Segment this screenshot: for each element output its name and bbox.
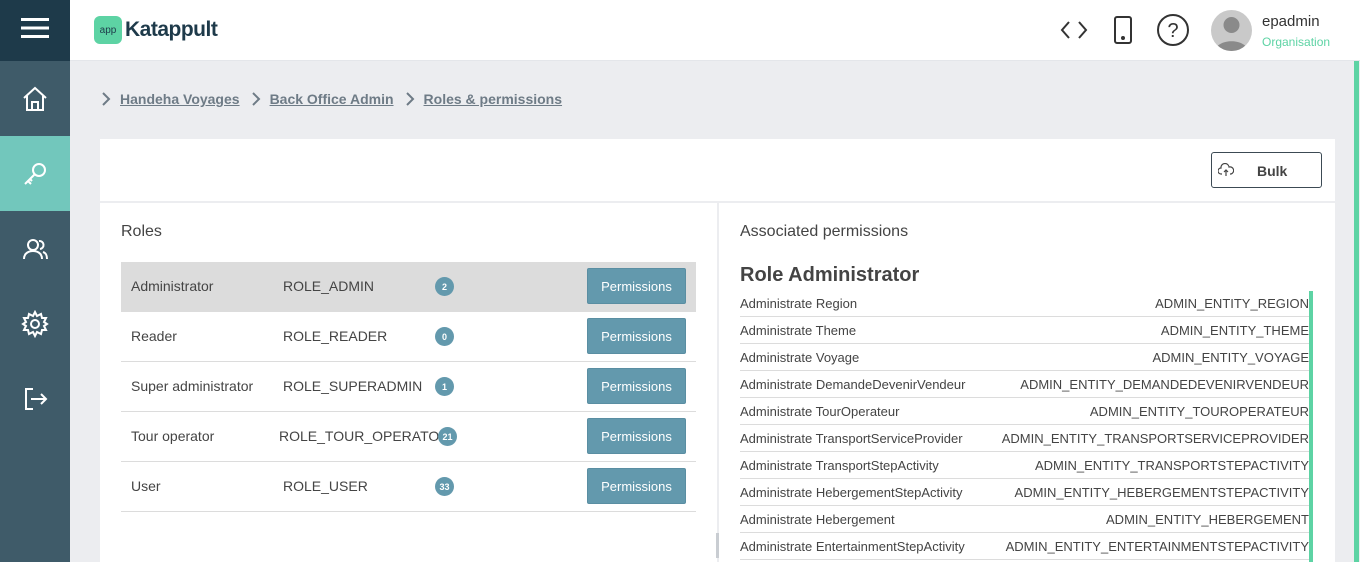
list-item: Administrate Voyage ADMIN_ENTITY_VOYAGE [740, 344, 1309, 371]
count-badge: 33 [435, 477, 454, 496]
help-icon[interactable]: ? [1156, 13, 1190, 47]
sidebar-item-settings[interactable] [0, 286, 70, 361]
bulk-button[interactable]: Bulk [1211, 152, 1322, 188]
page-scrollbar[interactable] [1354, 61, 1359, 562]
logo-badge: app [94, 16, 122, 44]
roles-title: Roles [121, 223, 162, 240]
table-row[interactable]: Reader ROLE_READER 0 Permissions [121, 312, 696, 362]
role-code: ROLE_TOUR_OPERATOR [279, 428, 450, 444]
logo-text: Katappult [125, 18, 218, 41]
sidebar [0, 0, 70, 562]
chevron-right-icon [250, 91, 262, 107]
role-code: ROLE_SUPERADMIN [283, 378, 423, 394]
list-item: Administrate Hebergement ADMIN_ENTITY_HEB… [740, 506, 1309, 533]
role-name: User [131, 478, 161, 494]
permission-label: Administrate Region [740, 296, 858, 311]
list-item: Administrate TourOperateur ADMIN_ENTITY_T… [740, 398, 1309, 425]
user-organisation: Organisation [1262, 35, 1331, 49]
toolbar-panel: Bulk [100, 139, 1335, 201]
list-item: Administrate EntertainmentStepActivity AD… [740, 533, 1309, 560]
list-item: Administrate TransportStepActivity ADMIN_… [740, 452, 1309, 479]
permission-label: Administrate TourOperateur [740, 404, 900, 419]
sidebar-item-logout[interactable] [0, 361, 70, 436]
users-icon [21, 235, 49, 263]
count-badge: 21 [438, 427, 457, 446]
permission-code: ADMIN_ENTITY_REGION [1155, 296, 1309, 311]
gear-icon [21, 309, 49, 338]
list-item: Administrate Region ADMIN_ENTITY_REGION [740, 290, 1309, 317]
permission-label: Administrate TransportStepActivity [740, 458, 939, 473]
role-name: Super administrator [131, 378, 254, 394]
permissions-list: Administrate Region ADMIN_ENTITY_REGION A… [740, 290, 1309, 560]
permission-code: ADMIN_ENTITY_TRANSPORTSERVICEPROVIDER [1001, 431, 1309, 446]
table-row[interactable]: Super administrator ROLE_SUPERADMIN 1 Pe… [121, 362, 696, 412]
permission-code: ADMIN_ENTITY_DEMANDEDEVENIRVENDEUR [1020, 377, 1309, 392]
user-name[interactable]: epadmin [1262, 13, 1320, 30]
breadcrumb-link[interactable]: Roles & permissions [424, 91, 563, 107]
table-row[interactable]: Administrator ROLE_ADMIN 2 Permissions [121, 262, 696, 312]
permission-code: ADMIN_ENTITY_TRANSPORTSTEPACTIVITY [1034, 458, 1309, 473]
sidebar-item-keys[interactable] [0, 136, 70, 211]
sidebar-item-users[interactable] [0, 211, 70, 286]
roles-table: Administrator ROLE_ADMIN 2 Permissions R… [121, 262, 696, 512]
cloud-upload-icon [1217, 162, 1235, 180]
permission-code: ADMIN_ENTITY_THEME [1160, 323, 1309, 338]
key-icon [21, 160, 49, 188]
table-row[interactable]: Tour operator ROLE_TOUR_OPERATOR 21 Perm… [121, 412, 696, 462]
permissions-button[interactable]: Permissions [587, 268, 686, 304]
permission-code: ADMIN_ENTITY_HEBERGEMENTSTEPACTIVITY [1014, 485, 1309, 500]
permission-label: Administrate Voyage [740, 350, 860, 365]
permission-label: Administrate TransportServiceProvider [740, 431, 963, 446]
mobile-icon[interactable] [1106, 13, 1140, 47]
permissions-button[interactable]: Permissions [587, 318, 686, 354]
permission-label: Administrate EntertainmentStepActivity [740, 539, 965, 554]
hamburger-icon [20, 16, 50, 45]
avatar[interactable] [1211, 10, 1252, 51]
sidebar-item-home[interactable] [0, 61, 70, 136]
permissions-title: Associated permissions [740, 223, 909, 240]
roles-panel: Roles Administrator ROLE_ADMIN 2 Permiss… [100, 203, 717, 562]
top-header: app Katappult ? epadmin Organisation [70, 0, 1360, 61]
chevron-right-icon [404, 91, 416, 107]
permission-label: Administrate Hebergement [740, 512, 895, 527]
list-item: Administrate Theme ADMIN_ENTITY_THEME [740, 317, 1309, 344]
svg-text:?: ? [1167, 20, 1178, 42]
breadcrumb-link[interactable]: Back Office Admin [270, 91, 394, 107]
permission-label: Administrate Theme [740, 323, 857, 338]
permissions-panel: Associated permissions Role Administrato… [719, 203, 1335, 562]
permissions-scrollbar[interactable] [1309, 291, 1313, 562]
logo[interactable]: app Katappult [94, 16, 218, 44]
count-badge: 2 [435, 277, 454, 296]
breadcrumb: Handeha Voyages Back Office Admin Roles … [100, 91, 572, 107]
table-row[interactable]: User ROLE_USER 33 Permissions [121, 462, 696, 512]
role-code: ROLE_ADMIN [283, 278, 375, 294]
count-badge: 0 [435, 327, 454, 346]
permissions-button[interactable]: Permissions [587, 418, 686, 454]
code-icon[interactable] [1057, 13, 1091, 47]
permission-code: ADMIN_ENTITY_HEBERGEMENT [1106, 512, 1309, 527]
role-code: ROLE_USER [283, 478, 368, 494]
role-name: Reader [131, 328, 177, 344]
permission-code: ADMIN_ENTITY_TOUROPERATEUR [1089, 404, 1309, 419]
count-badge: 1 [435, 377, 454, 396]
list-item: Administrate TransportServiceProvider ADM… [740, 425, 1309, 452]
list-item: Administrate DemandeDevenirVendeur ADMIN_… [740, 371, 1309, 398]
menu-button[interactable] [0, 0, 70, 61]
permissions-button[interactable]: Permissions [587, 368, 686, 404]
bulk-label: Bulk [1257, 163, 1288, 179]
permissions-button[interactable]: Permissions [587, 468, 686, 504]
role-heading: Role Administrator [740, 264, 920, 286]
chevron-right-icon [100, 91, 112, 107]
permission-code: ADMIN_ENTITY_ENTERTAINMENTSTEPACTIVITY [1005, 539, 1309, 554]
breadcrumb-link[interactable]: Handeha Voyages [120, 91, 240, 107]
permission-code: ADMIN_ENTITY_VOYAGE [1152, 350, 1309, 365]
home-icon [21, 85, 49, 113]
role-code: ROLE_READER [283, 328, 388, 344]
permission-label: Administrate HebergementStepActivity [740, 485, 963, 500]
permission-label: Administrate DemandeDevenirVendeur [740, 377, 966, 392]
role-name: Administrator [131, 278, 214, 294]
logout-icon [21, 385, 49, 413]
role-name: Tour operator [131, 428, 215, 444]
list-item: Administrate HebergementStepActivity ADMI… [740, 479, 1309, 506]
